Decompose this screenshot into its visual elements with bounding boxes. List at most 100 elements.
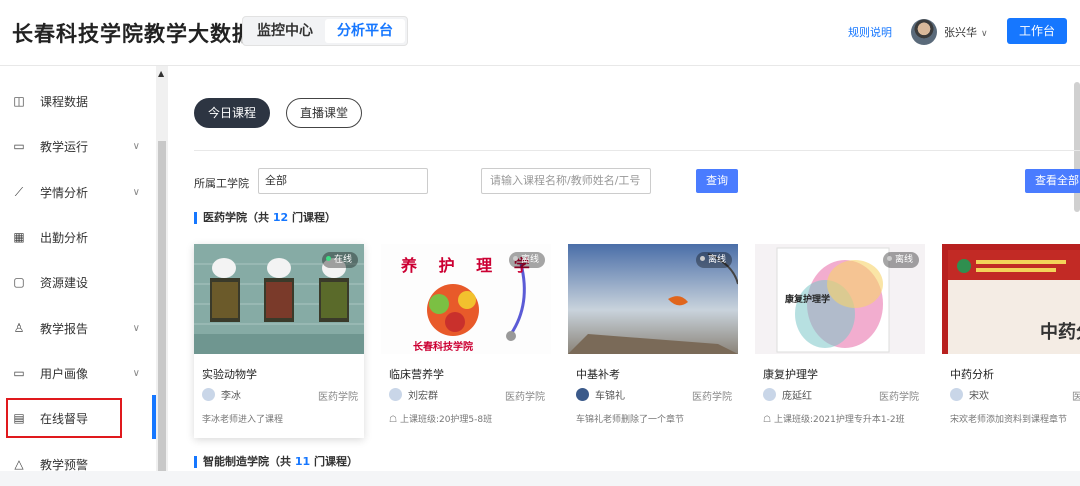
folder-icon: ▢ [13,275,25,289]
sidebar-item-label: 在线督导 [40,411,89,426]
chevron-down-icon: ∨ [132,140,140,152]
sidebar-item-teaching-operation[interactable]: ▭ 教学运行 ∨ [0,124,156,168]
rules-link[interactable]: 规则说明 [848,24,892,40]
course-activity: 宋欢老师添加资料到课程章节 [950,415,1068,425]
college-filter-label: 所属工学院 [194,177,249,190]
class-icon: ☖ [763,415,774,425]
tab-live-classroom[interactable]: 直播课堂 [286,98,362,128]
top-bar: 长春科技学院教学大数据 监控中心 分析平台 规则说明 张兴华 ∨ 工作台 [0,0,1080,66]
chevron-down-icon: ∨ [132,322,140,334]
sidebar-item-online-supervision[interactable]: ▤ 在线督导 [6,398,122,438]
tab-monitor-center[interactable]: 监控中心 [245,19,325,43]
status-text: 离线 [707,255,726,265]
teacher-name: 刘宏群 [408,391,438,402]
course-title[interactable]: 实验动物学 [202,366,257,382]
scrollbar-thumb[interactable] [158,141,166,471]
calendar-icon: ▦ [13,230,25,244]
teacher-avatar [202,388,215,401]
course-card[interactable]: 康复护理学 离线 康复护理学 庞延红 医药学院 ☖ 上课班级:2021护理专升本… [755,244,925,438]
sidebar-item-learning-analysis[interactable]: ⟋ 学情分析 ∨ [0,170,156,214]
course-college: 医药学院 [318,392,358,403]
sidebar-item-teaching-warning[interactable]: △ 教学预警 [0,442,156,486]
chevron-down-icon: ∨ [132,367,140,379]
sidebar-item-resources[interactable]: ▢ 资源建设 [0,260,156,304]
tab-today-courses[interactable]: 今日课程 [194,98,270,128]
course-teacher: 刘宏群 [389,387,438,402]
course-college: 医 [1072,392,1080,403]
monitor-icon: ▭ [13,366,25,380]
chevron-down-icon: ∨ [981,29,988,39]
teacher-name: 庞延红 [782,391,812,402]
tab-analysis-platform[interactable]: 分析平台 [325,19,405,43]
sidebar: ◫ 课程数据 ▭ 教学运行 ∨ ⟋ 学情分析 ∨ ▦ 出勤分析 ▢ 资源建设 ♙ 教学报告 ∨ ▭… [0,66,156,472]
teacher-avatar [576,388,589,401]
image-caption: 长春科技学院 [413,342,473,353]
scroll-up-icon[interactable]: ▲ [158,69,164,78]
course-activity: ☖ 上课班级:20护理5-8班 [389,412,492,425]
view-all-button[interactable]: 查看全部 [1025,169,1080,193]
divider [194,150,1080,151]
user-name: 张兴华 [944,26,977,39]
course-card[interactable]: 离线 中基补考 车锦礼 医药学院 车锦礼老师删除了一个章节 [568,244,738,438]
course-activity: 车锦礼老师删除了一个章节 [576,415,685,425]
sidebar-item-label: 教学报告 [40,321,89,336]
person-icon: ♙ [13,321,25,335]
teacher-name: 车锦礼 [595,391,625,402]
course-college: 医药学院 [505,392,545,403]
sidebar-item-label: 资源建设 [40,275,89,290]
image-text: 康复护理学 [785,295,831,305]
monitor-icon: ▭ [13,139,25,153]
sidebar-item-course-data[interactable]: ◫ 课程数据 [0,79,156,123]
offline-dot-icon [886,256,892,261]
status-badge: 在线 [321,252,358,268]
sidebar-item-label: 教学运行 [40,139,89,154]
course-thumbnail: 中药分 [942,244,1080,354]
offline-dot-icon [699,256,705,261]
sidebar-item-label: 学情分析 [40,185,89,200]
status-badge: 离线 [882,252,919,268]
course-activity: ☖ 上课班级:2021护理专升本1-2班 [763,412,905,425]
clipboard-icon: ▤ [13,411,25,425]
section-prefix: 智能制造学院（共 [203,455,295,468]
avatar[interactable] [911,19,937,45]
course-title[interactable]: 康复护理学 [763,366,818,382]
query-button[interactable]: 查询 [696,169,738,193]
course-college: 医药学院 [879,392,919,403]
course-title[interactable]: 中基补考 [576,366,620,382]
course-college: 医药学院 [692,392,732,403]
teacher-name: 李冰 [221,391,241,402]
status-text: 离线 [520,255,539,265]
chevron-down-icon: ∨ [132,186,140,198]
sidebar-item-teaching-report[interactable]: ♙ 教学报告 ∨ [0,306,156,350]
course-teacher: 车锦礼 [576,387,625,402]
course-card[interactable]: 在线 实验动物学 李冰 医药学院 李冰老师进入了课程 [194,244,364,438]
workbench-button[interactable]: 工作台 [1007,18,1067,44]
search-input[interactable]: 请输入课程名称/教师姓名/工号 [481,168,651,194]
teacher-avatar [950,388,963,401]
course-card[interactable]: 中药分 中药分析 宋欢 医 宋欢老师添加资料到课程章节 [942,244,1080,438]
user-menu[interactable]: 张兴华 ∨ [944,24,988,40]
image-text: 中药分 [1040,322,1080,343]
sidebar-scrollbar[interactable]: ▲ [156,66,168,471]
sidebar-item-label: 课程数据 [40,94,89,109]
section-title: 智能制造学院（共 11 门课程） [194,456,358,468]
sidebar-item-user-profile[interactable]: ▭ 用户画像 ∨ [0,351,156,395]
sidebar-item-label: 教学预警 [40,457,89,472]
course-title[interactable]: 临床营养学 [389,366,444,382]
section-count: 12 [272,211,289,224]
line-chart-icon: ⟋ [14,185,24,199]
section-count: 11 [294,455,311,468]
status-text: 离线 [894,255,913,265]
app-title: 长春科技学院教学大数据 [12,22,254,46]
status-badge: 离线 [508,252,545,268]
course-title[interactable]: 中药分析 [950,366,994,382]
sidebar-item-attendance[interactable]: ▦ 出勤分析 [0,215,156,259]
college-filter-select[interactable]: 全部 [258,168,428,194]
status-badge: 离线 [695,252,732,268]
teacher-avatar [389,388,402,401]
course-card[interactable]: 养 护 理 学 长春科技学院 离线 临床营养学 刘宏群 医药学院 ☖ 上课班级:… [381,244,551,438]
note-text: 上课班级:20护理5-8班 [399,415,493,425]
note-text: 上课班级:2021护理专升本1-2班 [773,415,905,425]
section-title: 医药学院（共 12 门课程） [194,212,336,224]
online-dot-icon [325,256,331,261]
